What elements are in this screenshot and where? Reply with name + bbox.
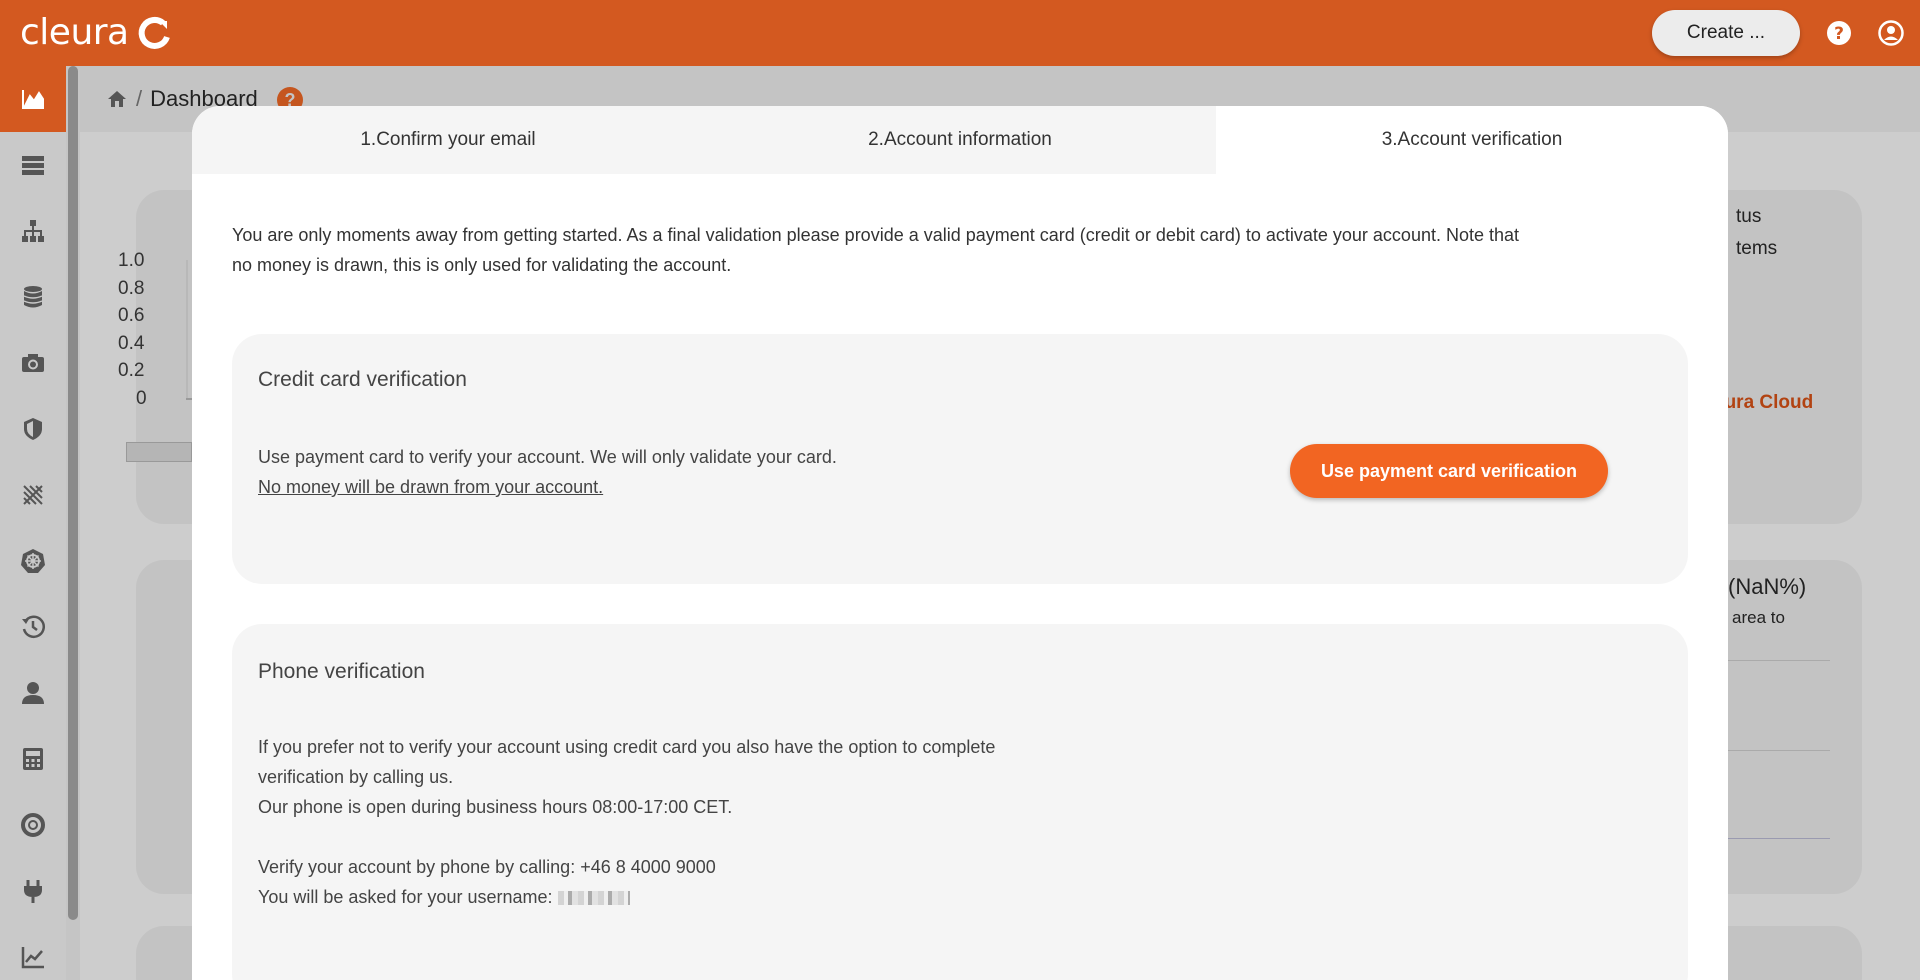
sidebar-item-snapshots[interactable] xyxy=(0,330,66,396)
cleura-logo-icon xyxy=(138,16,170,49)
background-axis-tick: 1.0 xyxy=(118,250,145,271)
help-icon[interactable]: ? xyxy=(1826,20,1852,46)
calculator-icon xyxy=(23,748,43,770)
user-account-icon[interactable] xyxy=(1878,20,1904,46)
tab-confirm-email[interactable]: 1.Confirm your email xyxy=(192,106,704,174)
background-axis-tick: 0.6 xyxy=(118,305,145,326)
background-divider-1 xyxy=(1728,660,1830,661)
phone-line-4: Verify your account by phone by calling:… xyxy=(258,857,716,877)
background-axis-line xyxy=(186,260,188,400)
credit-card-text-line-1: Use payment card to verify your account.… xyxy=(258,447,837,467)
create-button[interactable]: Create ... xyxy=(1652,10,1800,56)
shield-icon xyxy=(24,418,42,440)
phone-line-2: verification by calling us. xyxy=(258,767,454,787)
sidebar-item-billing[interactable] xyxy=(0,726,66,792)
tab-account-information[interactable]: 2.Account information xyxy=(704,106,1216,174)
sidebar-item-dashboard[interactable] xyxy=(0,66,66,132)
phone-verification-text: If you prefer not to verify your account… xyxy=(258,732,995,912)
background-chart-bar xyxy=(126,442,192,462)
background-divider-3 xyxy=(1728,838,1830,839)
credit-card-title: Credit card verification xyxy=(258,368,467,391)
setup-steps-tabs: 1.Confirm your email 2.Account informati… xyxy=(192,106,1728,174)
sidebar-item-support[interactable] xyxy=(0,792,66,858)
kubernetes-lines-icon xyxy=(23,485,43,505)
background-axis-tick: 0 xyxy=(136,387,147,409)
trend-chart-icon xyxy=(21,947,44,969)
background-axis-tick: 0.4 xyxy=(118,332,145,354)
sidebar xyxy=(0,66,66,980)
sidebar-item-database[interactable] xyxy=(0,264,66,330)
sidebar-item-security[interactable] xyxy=(0,396,66,462)
phone-line-1: If you prefer not to verify your account… xyxy=(258,737,996,757)
sidebar-scrollbar-thumb[interactable] xyxy=(68,66,78,920)
dashboard-chart-icon xyxy=(22,90,44,109)
phone-verification-panel: Phone verification If you prefer not to … xyxy=(232,624,1688,980)
plug-icon xyxy=(24,880,42,903)
background-status-title: tus xyxy=(1736,206,1762,227)
background-divider-2 xyxy=(1728,750,1830,751)
background-nan-sub: area to xyxy=(1732,608,1785,627)
verification-intro: You are only moments away from getting s… xyxy=(232,220,1692,280)
home-icon[interactable] xyxy=(106,89,128,109)
svg-text:?: ? xyxy=(1834,24,1844,44)
background-axis-tick: 0.8 xyxy=(118,277,145,299)
background-axis-tick: 0.2 xyxy=(118,360,145,381)
support-icon xyxy=(21,813,45,837)
credit-card-text: Use payment card to verify your account.… xyxy=(258,442,837,502)
servers-icon xyxy=(22,156,44,175)
history-icon xyxy=(22,615,45,639)
network-icon xyxy=(22,220,44,242)
sidebar-item-helm[interactable] xyxy=(0,528,66,594)
top-bar: cleura Create ... ? xyxy=(0,0,1920,66)
sidebar-item-network[interactable] xyxy=(0,198,66,264)
username-redacted xyxy=(557,891,630,906)
phone-line-5: You will be asked for your username: xyxy=(258,887,553,907)
user-icon xyxy=(22,682,44,704)
sidebar-item-servers[interactable] xyxy=(0,132,66,198)
helm-wheel-icon xyxy=(21,549,45,573)
background-status-sub: tems xyxy=(1736,238,1778,259)
tab-account-verification[interactable]: 3.Account verification xyxy=(1216,106,1728,174)
sidebar-item-history[interactable] xyxy=(0,594,66,660)
account-setup-modal: 1.Confirm your email 2.Account informati… xyxy=(192,106,1728,980)
database-icon xyxy=(23,286,43,308)
background-nan-title: (NaN%) xyxy=(1728,574,1807,599)
logo-text: cleura xyxy=(20,12,129,53)
phone-line-5-wrapper: You will be asked for your username: xyxy=(258,882,995,912)
credit-card-verification-panel: Credit card verification Use payment car… xyxy=(232,334,1688,584)
sidebar-item-kubernetes[interactable] xyxy=(0,462,66,528)
breadcrumb-separator: / xyxy=(136,86,143,111)
background-cloud-link[interactable]: eura Cloud xyxy=(1714,392,1813,414)
phone-line-3: Our phone is open during business hours … xyxy=(258,797,733,817)
sidebar-item-integrations[interactable] xyxy=(0,858,66,924)
camera-icon xyxy=(22,354,44,372)
phone-spacer xyxy=(258,822,995,852)
sidebar-item-metrics[interactable] xyxy=(0,924,66,980)
cleura-logo[interactable]: cleura xyxy=(20,12,173,53)
sidebar-item-users[interactable] xyxy=(0,660,66,726)
intro-line-2: no money is drawn, this is only used for… xyxy=(232,255,732,275)
phone-verification-title: Phone verification xyxy=(258,660,425,683)
use-payment-card-button[interactable]: Use payment card verification xyxy=(1290,444,1608,498)
intro-line-1: You are only moments away from getting s… xyxy=(232,225,1520,245)
credit-card-text-line-2: No money will be drawn from your account… xyxy=(258,477,604,497)
